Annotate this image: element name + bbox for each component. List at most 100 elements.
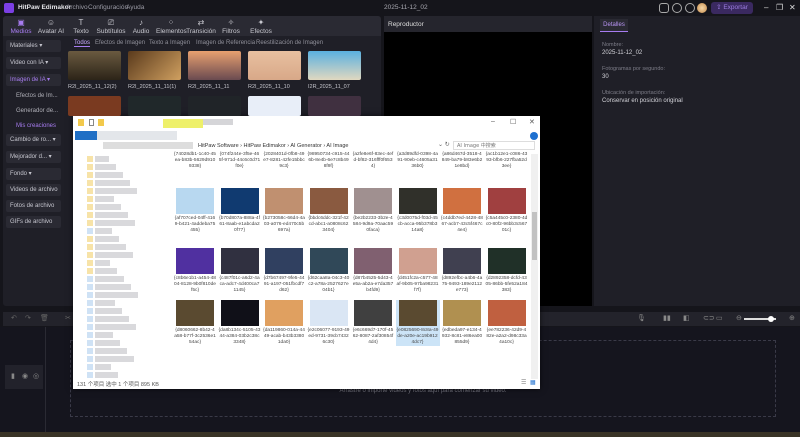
refresh-icon[interactable]: ⌄ ↻ <box>438 141 450 148</box>
new-folder-icon[interactable] <box>98 119 104 126</box>
media-thumbnail[interactable] <box>128 96 181 116</box>
media-thumbnail[interactable] <box>68 96 121 116</box>
file-item[interactable]: {e6c669d7-170f-4562-8087-2af30854f4d4} <box>351 300 395 346</box>
sidebar-item[interactable]: Imagen de IA ▾ <box>6 74 61 86</box>
file-item[interactable]: {a2fe8e6f-83ec-4efd-bf82-316fff0f6534} <box>351 150 395 170</box>
sidebar-item[interactable]: Mis creaciones <box>6 120 61 132</box>
file-item[interactable]: {bbdc6ddc-321f-42cd-abc1-a0808c623404} <box>307 188 351 234</box>
file-item[interactable]: {c8b6e1b1-a454-4804-8128-9b0f810def5c} <box>173 248 217 294</box>
nav-item-blurred[interactable] <box>95 316 129 322</box>
nav-item-blurred[interactable] <box>95 244 126 250</box>
nav-item-blurred[interactable] <box>95 260 110 266</box>
file-item[interactable]: {e2c06077-9193-49ed-9731-39cb74326c30} <box>307 300 351 346</box>
media-thumbnail[interactable] <box>128 51 181 80</box>
sidebar-item[interactable]: Fotos de archivo <box>6 200 61 212</box>
nav-item-blurred[interactable] <box>95 220 135 226</box>
address-bar[interactable]: HitPaw Software › HitPaw Edimakor › AI G… <box>198 142 438 150</box>
snap-icon[interactable]: ◧ <box>683 314 690 322</box>
file-item[interactable]: {b273058c-66d4-4a03-a076-ed470c5b697a} <box>262 188 306 234</box>
tab-texto-a-imagen[interactable]: Texto a Imagen <box>149 40 190 46</box>
nav-item-blurred[interactable] <box>95 156 109 162</box>
cut-icon[interactable]: ✂ <box>65 314 71 322</box>
file-item[interactable]: {ac1b12e1-c086-4393-bfb6-227fba52d3ee} <box>485 150 529 170</box>
navigation-pane[interactable] <box>73 154 169 379</box>
file-item[interactable]: {d8060662-8b42-4a58-b77f-3c2536e154ac} <box>173 300 217 346</box>
minimize-button[interactable]: – <box>491 118 495 125</box>
file-item[interactable]: {e0825690-8c8a-49de-a20e-ac19b9124dc7} <box>395 300 440 346</box>
nav-item-blurred[interactable] <box>95 340 120 346</box>
nav-item-blurred[interactable] <box>95 228 112 234</box>
file-item[interactable]: {da8b134c-5105-4344-a384-03b2c38c3348} <box>218 300 262 346</box>
details-view-icon[interactable]: ☰ <box>521 379 526 386</box>
tool-filtros[interactable]: ✧ Filtros <box>216 18 246 35</box>
tool-medios[interactable]: ▣ Medios <box>6 18 36 35</box>
zoom-out-icon[interactable]: ⊖ <box>736 314 742 322</box>
visibility-icon[interactable]: ◉ <box>22 372 28 380</box>
nav-item-blurred[interactable] <box>95 196 114 202</box>
nav-item-blurred[interactable] <box>95 292 138 298</box>
nav-item-blurred[interactable] <box>95 180 130 186</box>
file-item[interactable]: {d87b4525-5d43-4e5a-ab2a-e7da357b4fd9} <box>351 248 395 294</box>
close-button[interactable]: ✕ <box>789 3 796 12</box>
ribbon-tabs[interactable] <box>97 131 177 140</box>
file-item[interactable]: {be2b2233-3b2e-4584-9d9a-70aac590faca} <box>351 188 395 234</box>
subtitle-track-icon[interactable]: ▭ <box>716 314 723 322</box>
link-icon[interactable]: ⊂⊃ <box>703 314 715 322</box>
file-item[interactable]: {d451fc2a-c577-48af-9b05-97ba98231f7f} <box>396 248 440 294</box>
tool-subtítulos[interactable]: ⎚ Subtítulos <box>96 18 126 35</box>
nav-item-blurred[interactable] <box>95 188 137 194</box>
media-thumbnail[interactable] <box>68 51 121 80</box>
nav-item-blurred[interactable] <box>95 268 117 274</box>
scrollbar[interactable] <box>531 154 538 379</box>
thumbnail-view-icon[interactable]: ▦ <box>530 379 536 386</box>
tab-reestilización-de-imagen[interactable]: Reestilización de Imagen <box>256 40 323 46</box>
tool-efectos[interactable]: ✦ Efectos <box>246 18 276 35</box>
file-item[interactable]: {edbeda97-e134-4932-8c81-e86ea00855d9} <box>440 300 484 346</box>
file-item[interactable]: {98950734-c915-446b-8e4b-6e7c8b498f9f} <box>307 150 351 170</box>
file-item[interactable]: {da119860-014a-4449-acab-b43b33801da0} <box>262 300 306 346</box>
file-item[interactable]: {ee782236-42d9-482e-a2a2-d98c33a4a10c} <box>485 300 529 346</box>
file-item[interactable]: {d892efbc-a4b6-4a75-9493-189e2112e773} <box>440 248 484 294</box>
breadcrumb-item[interactable]: AI Generator <box>290 143 322 149</box>
tab-detalles[interactable]: Detalles <box>600 19 628 32</box>
tab-efectos-de-imagen[interactable]: Efectos de Imagen <box>95 40 145 46</box>
maximize-button[interactable]: ☐ <box>510 118 516 126</box>
zoom-slider-handle[interactable] <box>768 316 775 322</box>
file-item[interactable]: {b70d807a-888a-4f61-8aab-e1abcda20f77} <box>218 188 262 234</box>
tab-imagen-de-referencia[interactable]: Imagen de Referencia <box>196 40 255 46</box>
nav-item-blurred[interactable] <box>95 332 113 338</box>
nav-item-blurred[interactable] <box>95 284 131 290</box>
properties-icon[interactable] <box>89 119 94 126</box>
sidebar-item[interactable]: Videos de archivo <box>6 184 61 196</box>
sidebar-item[interactable]: Generador de... <box>6 105 61 117</box>
restore-button[interactable]: ❐ <box>776 3 783 12</box>
sidebar-item[interactable]: Mejorador d... ▾ <box>6 151 61 163</box>
file-item[interactable]: {c3d0075d-f03d-45cb-acca-95b378b314a8} <box>396 188 440 234</box>
breadcrumb-item[interactable]: AI Image <box>326 143 348 149</box>
nav-item-blurred[interactable] <box>95 236 119 242</box>
feedback-icon[interactable] <box>672 3 682 13</box>
file-item[interactable]: {a86d467d-3518-4849-ba79-b83e6b21e8bd} <box>440 150 484 170</box>
file-tab[interactable] <box>75 131 97 140</box>
menu-ayuda[interactable]: Ayuda <box>126 4 144 11</box>
nav-item-blurred[interactable] <box>95 372 118 378</box>
file-item[interactable]: {74028db1-1c40-45ea-b83b-5629d9109338} <box>173 150 217 170</box>
nav-buttons[interactable] <box>103 142 193 149</box>
zoom-in-icon[interactable]: ⊕ <box>789 314 795 322</box>
search-input[interactable] <box>453 141 535 150</box>
media-thumbnail[interactable] <box>188 51 241 80</box>
nav-item-blurred[interactable] <box>95 356 134 362</box>
file-item[interactable]: {d2892358-dcfd-4305-86bb-5fe52a184383} <box>485 248 529 294</box>
nav-item-blurred[interactable] <box>95 308 122 314</box>
minimize-button[interactable]: – <box>764 3 768 12</box>
delete-icon[interactable]: 🗑 <box>40 314 49 322</box>
media-thumbnail[interactable] <box>248 96 301 116</box>
nav-item-blurred[interactable] <box>95 252 133 258</box>
file-item[interactable]: {c5a445c0-2380-4dc0-80f2-96bb3c56701c} <box>485 188 529 234</box>
sidebar-item[interactable]: Efectos de Im... <box>6 90 61 102</box>
nav-item-blurred[interactable] <box>95 164 116 170</box>
media-thumbnail[interactable] <box>188 96 241 116</box>
avatar[interactable] <box>697 3 707 13</box>
sidebar-item[interactable]: GIFs de archivo <box>6 216 61 228</box>
help-icon[interactable] <box>530 132 538 140</box>
